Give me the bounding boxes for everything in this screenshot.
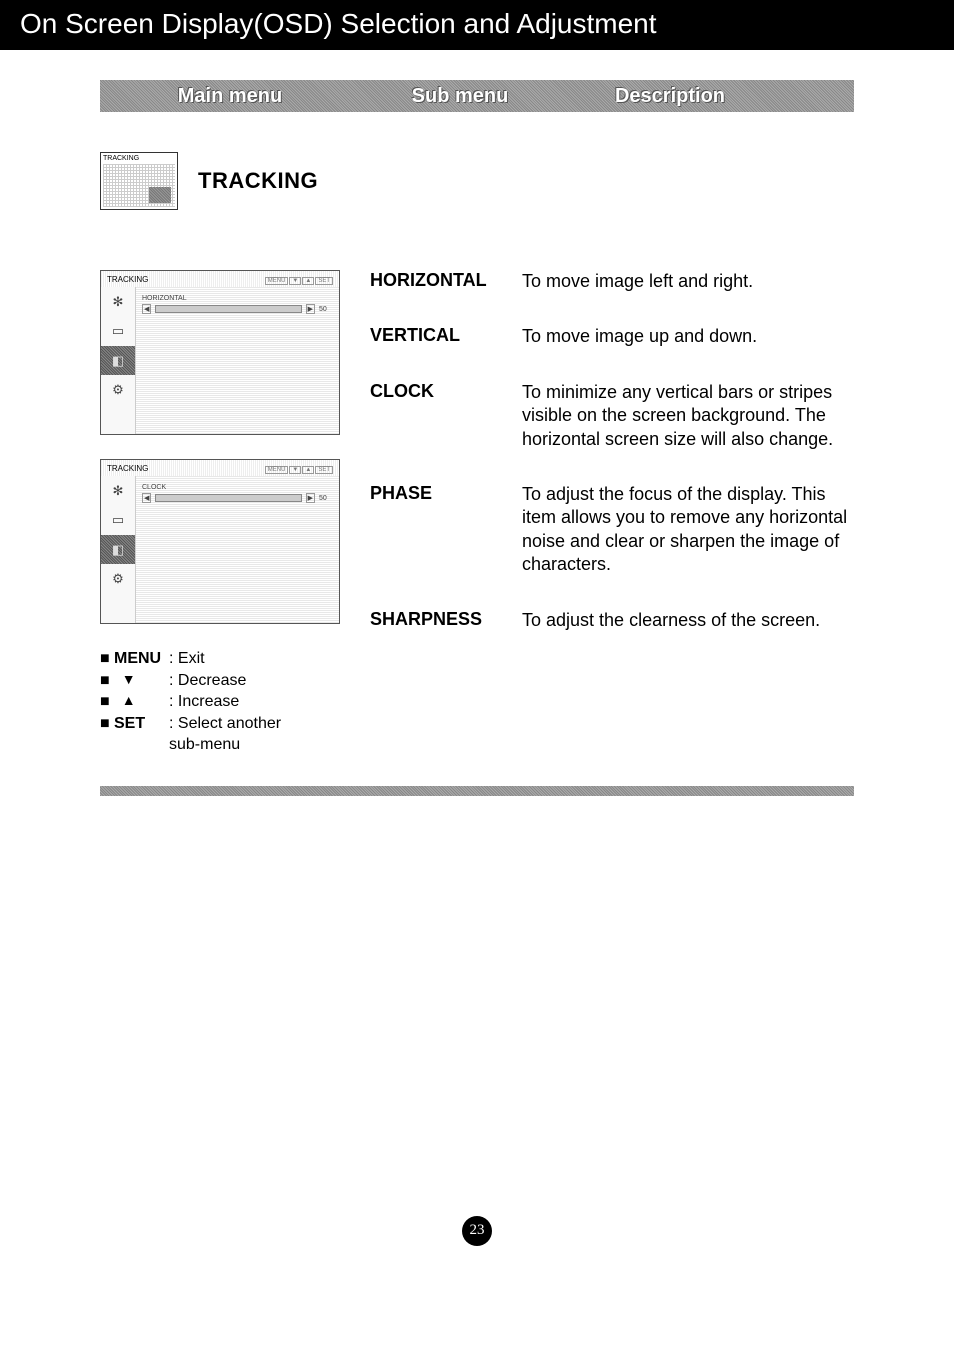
thumbnail-pattern [103, 164, 175, 207]
left-arrow-icon: ◀ [142, 493, 151, 503]
submenu-horizontal: HORIZONTAL [370, 270, 510, 293]
osd-sidebar: ✻ ▭ ◧ ⚙ [101, 476, 136, 623]
bullet-icon: ■ [100, 670, 114, 692]
osd-screenshot-clock: TRACKING MENU▼▲SET ✻ ▭ ◧ ⚙ CLOCK [100, 459, 340, 624]
down-icon: ▼ [289, 277, 301, 285]
bullet-icon: ■ [100, 713, 114, 735]
osd-title: TRACKING [107, 464, 148, 474]
color-icon: ◧ [101, 535, 135, 564]
desc-clock: To minimize any vertical bars or stripes… [522, 381, 854, 451]
header-main-menu: Main menu [100, 85, 360, 108]
down-arrow-icon: ▼ [114, 670, 169, 689]
page-title: On Screen Display(OSD) Selection and Adj… [0, 0, 954, 50]
button-legend: ■ MENU : Exit ■ ▼ : Decrease ■ ▲ : Incre… [100, 648, 350, 756]
osd-menu-btn: MENU [265, 277, 289, 285]
header-description: Description [560, 85, 780, 108]
page-number: 23 [462, 1216, 492, 1246]
osd-row-label: CLOCK [142, 484, 333, 491]
settings-icon: ⚙ [101, 375, 135, 404]
up-icon: ▲ [302, 466, 314, 474]
desc-phase: To adjust the focus of the display. This… [522, 483, 854, 577]
legend-key-menu: MENU [114, 648, 169, 670]
blank-icon [101, 405, 135, 434]
up-arrow-icon: ▲ [114, 691, 169, 710]
osd-menu-btn: MENU [265, 466, 289, 474]
osd-set-btn: SET [315, 466, 333, 474]
legend-set-text: : Select another [169, 713, 350, 735]
slider-value: 50 [319, 495, 333, 502]
column-header-row: Main menu Sub menu Description [100, 80, 854, 112]
osd-panel: HORIZONTAL ◀ ▶ 50 [136, 287, 339, 434]
osd-header: TRACKING MENU▼▲SET [101, 460, 339, 476]
osd-header: TRACKING MENU▼▲SET [101, 271, 339, 287]
down-icon: ▼ [289, 466, 301, 474]
section-header: TRACKING TRACKING [100, 152, 854, 210]
right-arrow-icon: ▶ [306, 304, 315, 314]
section-title: TRACKING [198, 168, 318, 194]
bullet-icon: ■ [100, 648, 114, 670]
legend-key-set: SET [114, 713, 169, 735]
blank-icon [101, 594, 135, 623]
osd-slider: ◀ ▶ 50 [142, 493, 333, 503]
header-sub-menu: Sub menu [360, 85, 560, 108]
osd-nav-buttons: MENU▼▲SET [264, 275, 333, 285]
osd-nav-buttons: MENU▼▲SET [264, 464, 333, 474]
osd-row-label: HORIZONTAL [142, 295, 333, 302]
thumbnail-label: TRACKING [103, 155, 175, 162]
submenu-vertical: VERTICAL [370, 325, 510, 348]
osd-screenshot-horizontal: TRACKING MENU▼▲SET ✻ ▭ ◧ ⚙ HORIZONTAL [100, 270, 340, 435]
brightness-icon: ✻ [101, 476, 135, 505]
slider-track [155, 305, 301, 313]
up-icon: ▲ [302, 277, 314, 285]
footer-divider [100, 786, 854, 796]
bullet-icon: ■ [100, 691, 114, 713]
legend-down-text: : Decrease [169, 670, 350, 692]
legend-up-text: : Increase [169, 691, 350, 713]
slider-track [155, 494, 301, 502]
osd-title: TRACKING [107, 275, 148, 285]
tracking-icon: ▭ [101, 505, 135, 534]
osd-set-btn: SET [315, 277, 333, 285]
color-icon: ◧ [101, 346, 135, 375]
submenu-clock: CLOCK [370, 381, 510, 451]
legend-menu-text: : Exit [169, 648, 350, 670]
submenu-phase: PHASE [370, 483, 510, 577]
left-arrow-icon: ◀ [142, 304, 151, 314]
osd-slider: ◀ ▶ 50 [142, 304, 333, 314]
submenu-sharpness: SHARPNESS [370, 609, 510, 632]
legend-set-text2: sub-menu [169, 734, 350, 756]
osd-panel: CLOCK ◀ ▶ 50 [136, 476, 339, 623]
osd-sidebar: ✻ ▭ ◧ ⚙ [101, 287, 136, 434]
desc-sharpness: To adjust the clearness of the screen. [522, 609, 854, 632]
desc-horizontal: To move image left and right. [522, 270, 854, 293]
slider-value: 50 [319, 306, 333, 313]
right-arrow-icon: ▶ [306, 493, 315, 503]
brightness-icon: ✻ [101, 287, 135, 316]
desc-vertical: To move image up and down. [522, 325, 854, 348]
tracking-thumbnail: TRACKING [100, 152, 178, 210]
tracking-icon: ▭ [101, 316, 135, 345]
settings-icon: ⚙ [101, 564, 135, 593]
submenu-table: HORIZONTAL To move image left and right.… [370, 270, 854, 632]
